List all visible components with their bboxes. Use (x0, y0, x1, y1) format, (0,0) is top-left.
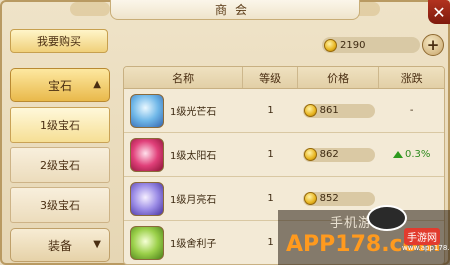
header-change: 涨跌 (400, 71, 423, 85)
item-change: 0.3% (405, 149, 431, 160)
category-gem-label: 宝石 (47, 78, 72, 93)
category-gem[interactable]: 宝石 ▲ (10, 68, 110, 102)
table-row[interactable]: 1级光芒石 1 861 - (124, 89, 444, 133)
moon-gem-icon (130, 181, 164, 216)
watermark-url: www.app178.com (402, 244, 450, 252)
sidebar-item-level2-gem[interactable]: 2级宝石 (10, 147, 110, 183)
watermark-mascot-icon (367, 205, 407, 231)
item-price: 852 (319, 193, 339, 204)
item-price: 862 (319, 149, 339, 160)
relic-gem-icon (130, 225, 164, 260)
header-price: 价格 (298, 67, 380, 88)
category-equipment-label: 装备 (47, 238, 72, 253)
table-header: 名称 等级 价格 涨跌 (124, 67, 444, 89)
sidebar-item-level1-gem[interactable]: 1级宝石 (10, 107, 110, 143)
money-amount: 2190 (340, 39, 366, 51)
coin-icon (303, 148, 317, 161)
item-name: 1级月亮石 (170, 195, 217, 206)
header-name: 名称 (124, 67, 244, 88)
item-level: 1 (267, 105, 274, 116)
chevron-down-icon: ▼ (93, 239, 101, 250)
title-left-ornament (70, 2, 110, 16)
coin-icon (324, 38, 337, 52)
item-change: - (409, 105, 414, 116)
window-title: 商会 (110, 0, 360, 20)
sidebar-item-level3-gem[interactable]: 3级宝石 (10, 187, 110, 223)
coin-icon (303, 192, 317, 205)
close-icon: ✕ (432, 2, 446, 22)
coin-icon (303, 104, 317, 117)
item-name: 1级太阳石 (170, 151, 217, 162)
item-name: 1级舍利子 (170, 239, 217, 250)
price-box: 852 (302, 191, 375, 206)
money-display: 2190 (322, 37, 420, 53)
light-gem-icon (130, 93, 164, 128)
chevron-up-icon: ▲ (93, 79, 101, 90)
item-level: 1 (267, 149, 274, 160)
close-button[interactable]: ✕ (428, 0, 450, 24)
item-price: 861 (319, 105, 339, 116)
sun-gem-icon (130, 137, 164, 172)
table-row[interactable]: 1级太阳石 1 862 0.3% (124, 133, 444, 177)
item-name: 1级光芒石 (170, 107, 217, 118)
price-box: 862 (302, 147, 375, 162)
price-box: 861 (302, 103, 375, 118)
arrow-up-icon (393, 151, 404, 158)
category-equipment[interactable]: 装备 ▼ (10, 228, 110, 262)
add-money-button[interactable]: + (422, 34, 444, 56)
watermark-tag: 手游网 (404, 228, 440, 245)
header-level: 等级 (243, 67, 298, 88)
want-buy-button[interactable]: 我要购买 (10, 29, 108, 53)
